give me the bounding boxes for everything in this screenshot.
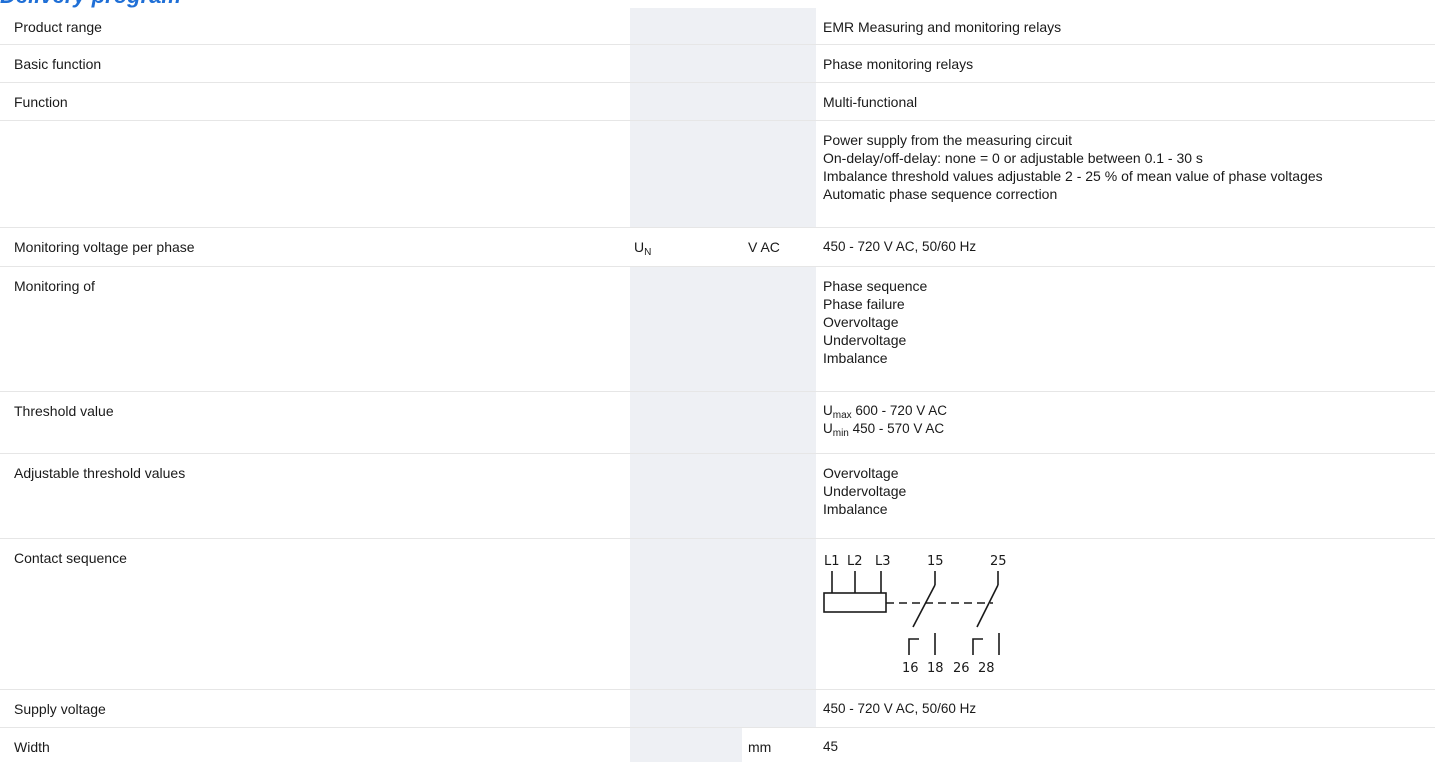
- value-line: Imbalance: [823, 350, 888, 366]
- row-label: Function: [14, 94, 68, 110]
- row-symbol: [630, 121, 742, 227]
- row-value: EMR Measuring and monitoring relays: [816, 8, 1435, 44]
- row-label: Monitoring of: [14, 278, 95, 294]
- contact-25: [976, 584, 999, 628]
- row-label: Adjustable threshold values: [14, 465, 186, 481]
- table-row: Width mm 45: [0, 728, 1435, 762]
- contact-sequence-diagram: L1 L2 L3 15 25 16 18 26 28: [823, 554, 1007, 676]
- threshold-min: Umin 450 - 570 V AC: [823, 421, 945, 439]
- table-row: Supply voltage 450 - 720 V AC, 50/60 Hz: [0, 690, 1435, 728]
- value-line: Phase monitoring relays: [823, 56, 974, 72]
- value-line: On-delay/off-delay: none = 0 or adjustab…: [823, 150, 1203, 166]
- row-unit: [742, 267, 816, 391]
- row-label: Contact sequence: [14, 550, 127, 566]
- row-symbol: [630, 539, 742, 689]
- terminal-label: 18: [927, 661, 944, 676]
- value-line: Overvoltage: [823, 314, 899, 330]
- row-value: 450 - 720 V AC, 50/60 Hz: [816, 228, 1435, 266]
- row-value: Phase monitoring relays: [816, 45, 1435, 82]
- value-line: Undervoltage: [823, 483, 907, 499]
- value-line: Phase sequence: [823, 278, 928, 294]
- terminal-label: L1: [824, 554, 840, 569]
- terminal-label: L2: [847, 554, 863, 569]
- value-line: 45: [823, 739, 839, 754]
- row-value: Power supply from the measuring circuit …: [816, 121, 1435, 227]
- row-label: Width: [14, 739, 50, 755]
- terminal-16: [908, 638, 919, 655]
- row-unit: [742, 454, 816, 538]
- table-row: Adjustable threshold values Overvoltage …: [0, 454, 1435, 539]
- row-unit: V AC: [748, 239, 780, 255]
- table-row: Power supply from the measuring circuit …: [0, 121, 1435, 228]
- table-row: Threshold value Umax 600 - 720 V AC Umin…: [0, 392, 1435, 454]
- value-line: Power supply from the measuring circuit: [823, 132, 1072, 148]
- row-value: Umax 600 - 720 V AC Umin 450 - 570 V AC: [816, 392, 1435, 453]
- row-label: Supply voltage: [14, 701, 106, 717]
- value-line: Overvoltage: [823, 465, 899, 481]
- row-symbol: [630, 728, 742, 762]
- value-line: Imbalance threshold values adjustable 2 …: [823, 168, 1323, 184]
- table-row: Monitoring of Phase sequence Phase failu…: [0, 267, 1435, 392]
- row-value: Overvoltage Undervoltage Imbalance: [816, 454, 1435, 538]
- value-line: Multi-functional: [823, 94, 918, 110]
- terminal-label: 15: [927, 554, 944, 569]
- page-title: Delivery program: [0, 0, 181, 8]
- row-value: Multi-functional: [816, 83, 1435, 120]
- value-line: EMR Measuring and monitoring relays: [823, 19, 1062, 35]
- row-unit: [742, 690, 816, 727]
- row-unit: [742, 8, 816, 44]
- contact-15: [912, 584, 936, 628]
- row-label: Basic function: [14, 56, 102, 72]
- row-value: Phase sequence Phase failure Overvoltage…: [816, 267, 1435, 391]
- row-label: [0, 121, 630, 227]
- row-unit: [742, 539, 816, 689]
- value-line: 450 - 720 V AC, 50/60 Hz: [823, 239, 977, 254]
- row-label: Monitoring voltage per phase: [14, 239, 195, 255]
- row-value: 45: [816, 728, 1435, 762]
- row-value: 450 - 720 V AC, 50/60 Hz: [816, 690, 1435, 727]
- spec-table: Product range EMR Measuring and monitori…: [0, 8, 1435, 762]
- row-symbol: [630, 83, 742, 120]
- symbol-subscript: N: [644, 247, 652, 258]
- value-line: 450 - 720 V AC, 50/60 Hz: [823, 701, 977, 716]
- value-line: Phase failure: [823, 296, 905, 312]
- terminal-label: 25: [990, 554, 1007, 569]
- table-row: Contact sequence L1 L2 L3 15 25 16 18 26…: [0, 539, 1435, 690]
- terminal-label: 26: [953, 661, 970, 676]
- table-row: Function Multi-functional: [0, 83, 1435, 121]
- value-line: Automatic phase sequence correction: [823, 186, 1058, 202]
- terminal-26: [972, 638, 983, 655]
- row-symbol: [630, 454, 742, 538]
- threshold-max: Umax 600 - 720 V AC: [823, 403, 947, 421]
- terminal-label: L3: [875, 554, 891, 569]
- relay-coil: [823, 592, 887, 613]
- row-unit: [742, 83, 816, 120]
- row-symbol: UN: [630, 228, 742, 266]
- table-row: Basic function Phase monitoring relays: [0, 45, 1435, 83]
- row-symbol: [630, 45, 742, 82]
- row-unit: [742, 121, 816, 227]
- row-unit: [742, 45, 816, 82]
- table-row: Monitoring voltage per phase UN V AC 450…: [0, 228, 1435, 267]
- row-symbol: [630, 690, 742, 727]
- value-line: Imbalance: [823, 501, 888, 517]
- symbol-text: U: [634, 239, 645, 255]
- row-symbol: [630, 267, 742, 391]
- row-symbol: [630, 392, 742, 453]
- row-label: Threshold value: [14, 403, 114, 419]
- terminal-label: 16: [902, 661, 919, 676]
- row-value: L1 L2 L3 15 25 16 18 26 28: [816, 539, 1435, 689]
- row-unit: mm: [748, 739, 772, 755]
- terminal-label: 28: [978, 661, 995, 676]
- row-symbol: [630, 8, 742, 44]
- value-line: Undervoltage: [823, 332, 907, 348]
- row-unit: [742, 392, 816, 453]
- row-label: Product range: [14, 19, 102, 35]
- table-row: Product range EMR Measuring and monitori…: [0, 8, 1435, 45]
